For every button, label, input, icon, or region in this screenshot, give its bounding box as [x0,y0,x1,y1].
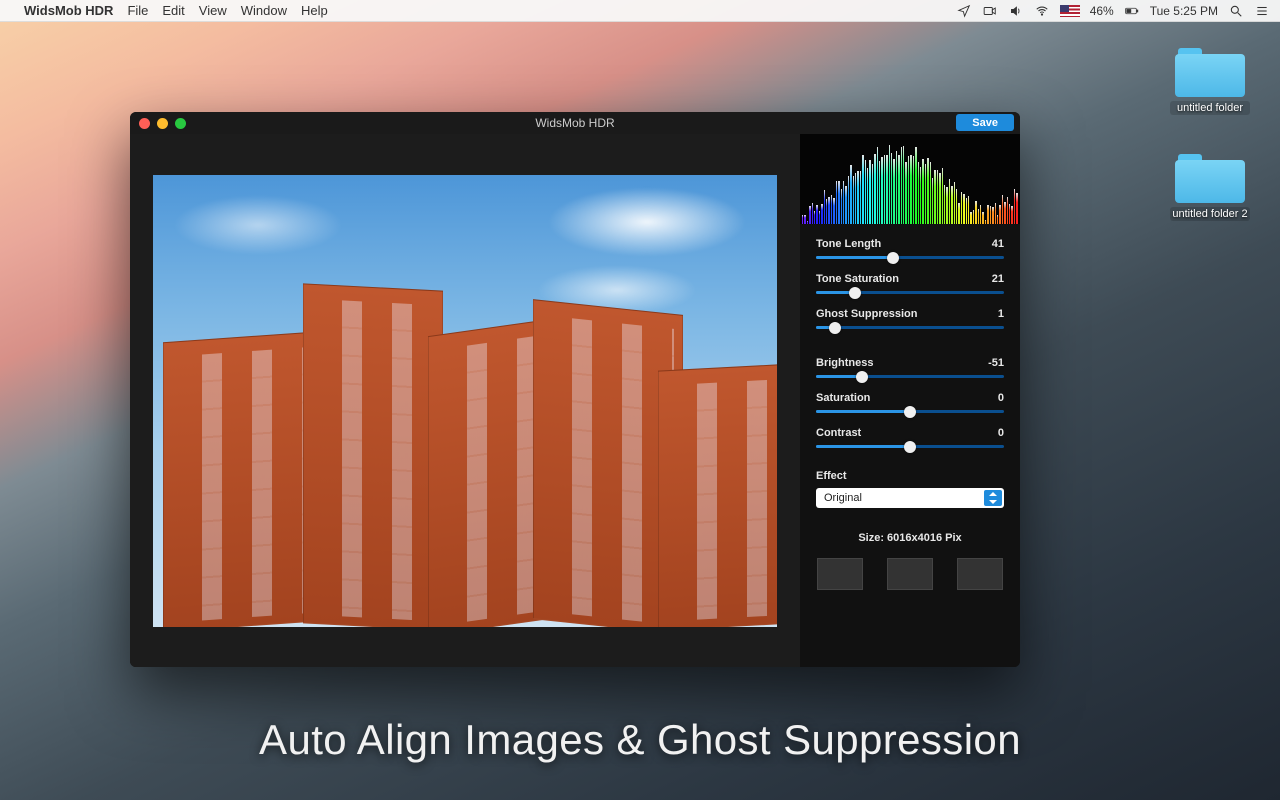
slider-brightness[interactable]: Brightness -51 [816,357,1004,378]
slider-value: 0 [998,427,1004,439]
window-title: WidsMob HDR [130,116,1020,130]
folder-icon [1175,42,1245,97]
desktop-folder[interactable]: untitled folder 2 [1170,148,1250,221]
slider-tone-saturation[interactable]: Tone Saturation 21 [816,273,1004,294]
slider-value: 41 [992,238,1004,250]
menu-file[interactable]: File [127,3,148,18]
volume-icon[interactable] [1008,3,1024,19]
window-zoom-button[interactable] [175,118,186,129]
histogram [800,134,1020,224]
image-size-readout: Size: 6016x4016 Pix [800,516,1020,554]
menu-window[interactable]: Window [241,3,287,18]
menubar-app-name[interactable]: WidsMob HDR [24,3,113,18]
slider-label: Ghost Suppression [816,308,917,320]
slider-saturation[interactable]: Saturation 0 [816,392,1004,413]
save-button[interactable]: Save [956,114,1014,131]
slider-label: Tone Saturation [816,273,899,285]
battery-icon[interactable] [1124,3,1140,19]
slider-label: Saturation [816,392,870,404]
menu-view[interactable]: View [199,3,227,18]
input-source-us-icon[interactable] [1060,5,1080,17]
adjustments-panel: Tone Length 41 Tone Saturation 21 Ghost Su… [800,134,1020,667]
thumbnail-dark[interactable] [957,558,1003,590]
window-titlebar[interactable]: WidsMob HDR Save [130,112,1020,134]
screen-record-icon[interactable] [982,3,998,19]
slider-label: Contrast [816,427,861,439]
thumbnail-bright[interactable] [817,558,863,590]
folder-icon [1175,148,1245,203]
slider-ghost-suppression[interactable]: Ghost Suppression 1 [816,308,1004,329]
thumbnail-mid[interactable] [887,558,933,590]
chevron-updown-icon [984,490,1002,506]
window-minimize-button[interactable] [157,118,168,129]
desktop-folder[interactable]: untitled folder [1170,42,1250,115]
location-arrow-icon[interactable] [956,3,972,19]
slider-value: 21 [992,273,1004,285]
notification-center-icon[interactable] [1254,3,1270,19]
app-window: WidsMob HDR Save Tone Length 41 [130,112,1020,667]
slider-contrast[interactable]: Contrast 0 [816,427,1004,448]
folder-label: untitled folder [1170,101,1250,115]
image-canvas[interactable] [130,134,800,667]
slider-value: 1 [998,308,1004,320]
effect-select[interactable]: Original [816,488,1004,508]
menu-edit[interactable]: Edit [162,3,184,18]
slider-tone-length[interactable]: Tone Length 41 [816,238,1004,259]
effect-label: Effect [816,470,1004,482]
menubar: WidsMob HDR File Edit View Window Help 4… [0,0,1280,22]
battery-percent: 46% [1090,4,1114,18]
wifi-icon[interactable] [1034,3,1050,19]
slider-label: Tone Length [816,238,881,250]
slider-value: 0 [998,392,1004,404]
window-close-button[interactable] [139,118,150,129]
preview-image [153,175,777,627]
effect-selected: Original [824,492,862,504]
slider-value: -51 [988,357,1004,369]
menu-help[interactable]: Help [301,3,328,18]
marketing-caption: Auto Align Images & Ghost Suppression [0,716,1280,764]
slider-label: Brightness [816,357,873,369]
exposure-thumbnails [800,554,1020,602]
spotlight-icon[interactable] [1228,3,1244,19]
menubar-clock[interactable]: Tue 5:25 PM [1150,4,1218,18]
folder-label: untitled folder 2 [1170,207,1250,221]
